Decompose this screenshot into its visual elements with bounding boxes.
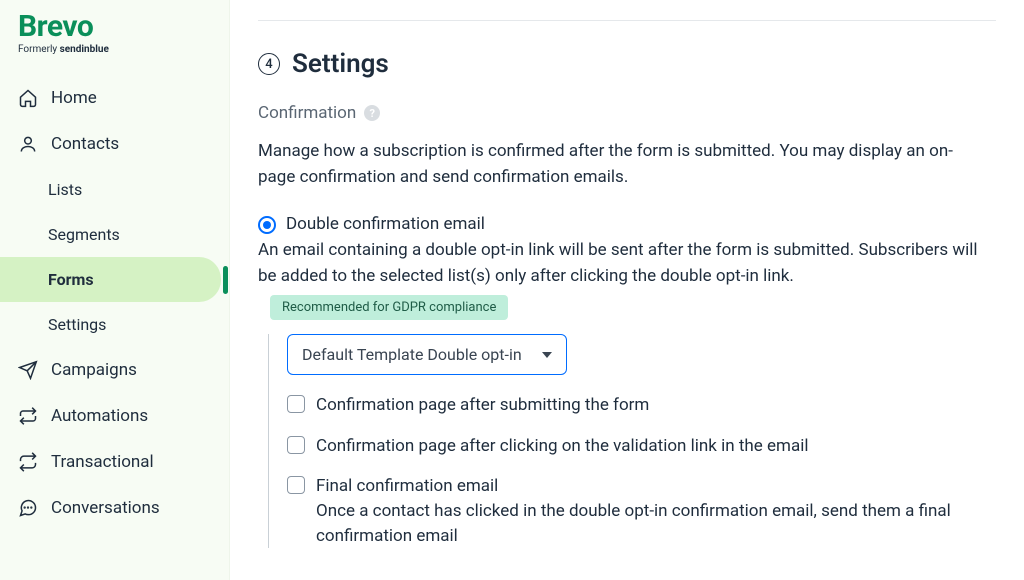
help-icon[interactable]: ? — [364, 105, 380, 121]
sidebar-item-lists[interactable]: Lists — [0, 167, 229, 212]
radio-option-double-confirm[interactable]: Double confirmation email — [258, 214, 996, 234]
radio-description: An email containing a double opt-in link… — [258, 238, 978, 289]
checkbox-input[interactable] — [287, 436, 305, 454]
nested-options: Default Template Double opt-in Confirmat… — [268, 334, 996, 548]
sidebar-item-settings[interactable]: Settings — [0, 302, 229, 347]
step-number-badge: 4 — [258, 53, 280, 75]
check-option-final-email[interactable]: Final confirmation email Once a contact … — [287, 474, 996, 548]
section-divider — [258, 20, 996, 21]
checkbox-sublabel: Once a contact has clicked in the double… — [316, 501, 951, 546]
section-header-row: Confirmation ? — [258, 103, 996, 123]
checkbox-input[interactable] — [287, 395, 305, 413]
checkbox-input[interactable] — [287, 476, 305, 494]
radio-input[interactable] — [258, 216, 276, 234]
sidebar-item-label: Conversations — [51, 498, 160, 518]
nav-list: Home Contacts Lists Segments Forms Setti… — [0, 75, 229, 531]
sidebar-item-transactional[interactable]: Transactional — [0, 439, 229, 485]
sidebar-item-label: Campaigns — [51, 360, 137, 380]
sidebar-item-label: Settings — [48, 315, 106, 334]
chevron-down-icon — [542, 352, 552, 358]
sidebar-item-label: Automations — [51, 406, 148, 426]
brand-name: Brevo — [18, 12, 211, 42]
check-option-confirm-page-validation[interactable]: Confirmation page after clicking on the … — [287, 434, 996, 459]
sidebar-item-conversations[interactable]: Conversations — [0, 485, 229, 531]
checkbox-label: Confirmation page after clicking on the … — [316, 434, 808, 459]
gdpr-badge: Recommended for GDPR compliance — [270, 295, 508, 320]
brand-subtitle: Formerly sendinblue — [18, 44, 211, 55]
user-icon — [18, 134, 38, 154]
main-content: 4 Settings Confirmation ? Manage how a s… — [230, 0, 1024, 580]
select-value: Default Template Double opt-in — [302, 345, 522, 364]
loop-icon — [18, 406, 38, 426]
sidebar-item-contacts[interactable]: Contacts — [0, 121, 229, 167]
sidebar-item-label: Home — [51, 88, 97, 108]
sidebar-item-automations[interactable]: Automations — [0, 393, 229, 439]
sidebar-item-forms[interactable]: Forms — [0, 257, 221, 302]
sidebar: Brevo Formerly sendinblue Home Contacts … — [0, 0, 230, 580]
checkbox-label: Final confirmation email — [316, 476, 498, 496]
check-option-confirm-page-submit[interactable]: Confirmation page after submitting the f… — [287, 393, 996, 418]
sidebar-item-label: Transactional — [51, 452, 154, 472]
brand-block: Brevo Formerly sendinblue — [0, 12, 229, 61]
send-icon — [18, 360, 38, 380]
radio-label: Double confirmation email — [286, 214, 485, 234]
step-title: Settings — [292, 49, 389, 79]
sidebar-item-home[interactable]: Home — [0, 75, 229, 121]
sidebar-item-segments[interactable]: Segments — [0, 212, 229, 257]
section-description: Manage how a subscription is confirmed a… — [258, 139, 978, 190]
sidebar-item-label: Lists — [48, 180, 82, 199]
template-select[interactable]: Default Template Double opt-in — [287, 334, 567, 375]
step-header: 4 Settings — [258, 49, 996, 79]
chat-icon — [18, 498, 38, 518]
sidebar-item-label: Segments — [48, 225, 120, 244]
home-icon — [18, 88, 38, 108]
sidebar-item-campaigns[interactable]: Campaigns — [0, 347, 229, 393]
sidebar-item-label: Contacts — [51, 134, 119, 154]
checkbox-label: Confirmation page after submitting the f… — [316, 393, 649, 418]
repeat-icon — [18, 452, 38, 472]
sidebar-item-label: Forms — [48, 270, 94, 289]
section-label: Confirmation — [258, 103, 356, 123]
